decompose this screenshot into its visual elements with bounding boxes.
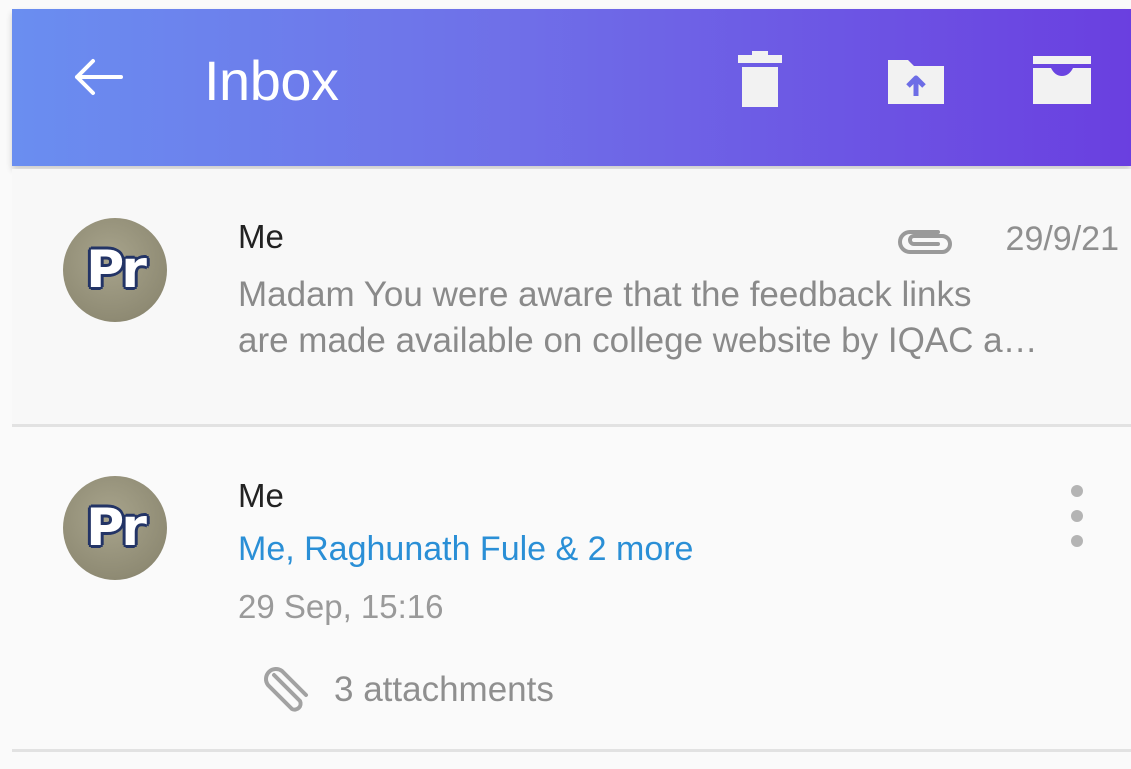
- page-title: Inbox: [204, 49, 339, 112]
- dot: [1071, 509, 1083, 522]
- message-date: 29/9/21: [1005, 220, 1119, 258]
- message-preview: Madam You were aware that the feedback l…: [238, 272, 1118, 364]
- trash-icon[interactable]: [728, 48, 792, 112]
- dot: [1071, 484, 1083, 497]
- message-item-expanded[interactable]: [12, 427, 1131, 749]
- avatar: Pr: [63, 218, 167, 322]
- attachment-indicator-icon: [892, 224, 956, 263]
- sender-name: Me: [238, 477, 284, 514]
- dot: [1071, 535, 1083, 548]
- attachments-button[interactable]: 3 attachments: [260, 665, 554, 715]
- paperclip-icon: [264, 667, 308, 712]
- preview-line: Madam You were aware that the feedback l…: [238, 275, 972, 314]
- message-datetime: 29 Sep, 15:16: [238, 588, 444, 625]
- avatar-initials: Pr: [86, 498, 147, 558]
- move-to-folder-icon[interactable]: [884, 48, 948, 112]
- recipients-link[interactable]: Me, Raghunath Fule & 2 more: [238, 530, 693, 569]
- attachments-label: 3 attachments: [334, 670, 554, 709]
- archive-icon[interactable]: [1030, 48, 1094, 112]
- avatar-initials: Pr: [86, 240, 147, 300]
- sender-name: Me: [238, 218, 284, 255]
- avatar: Pr: [63, 476, 167, 580]
- back-arrow-icon[interactable]: [62, 42, 132, 112]
- divider: [12, 749, 1131, 752]
- app-bar: [12, 9, 1131, 166]
- more-options-icon[interactable]: [1052, 478, 1102, 554]
- preview-line: are made available on college website by…: [238, 321, 1038, 360]
